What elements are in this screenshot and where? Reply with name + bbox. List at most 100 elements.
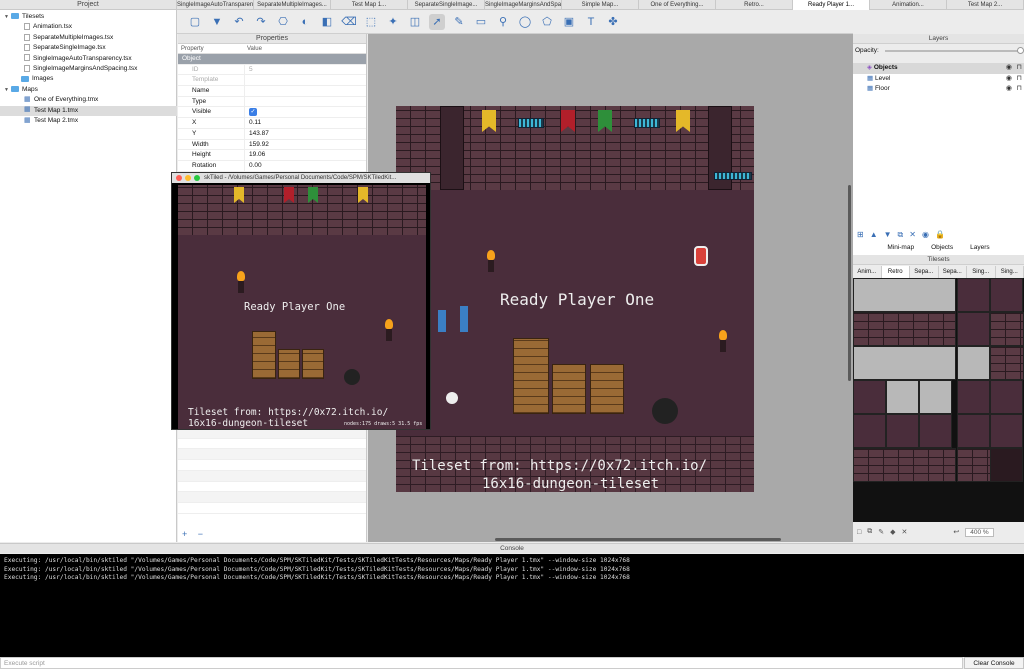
dock-tab[interactable]: Mini-map <box>887 244 914 254</box>
move-down-icon[interactable]: ▼ <box>884 230 892 242</box>
zoom-window-button[interactable] <box>194 175 200 181</box>
layer-row[interactable]: ▦ Level ◉ ⊓ <box>853 74 1024 85</box>
property-row[interactable]: Height 19.06 <box>178 150 366 161</box>
tileset-credit-line2[interactable]: 16x16-dungeon-tileset <box>482 476 659 492</box>
stamp-icon[interactable]: ⎔ <box>275 14 291 30</box>
project-item[interactable]: ▦ One of Everything.tmx <box>0 95 177 105</box>
magic-wand-icon[interactable]: ✦ <box>385 14 401 30</box>
eye-icon[interactable]: ◉ <box>1006 74 1012 85</box>
clear-console-button[interactable]: Clear Console <box>964 657 1024 669</box>
minimize-window-button[interactable] <box>185 175 191 181</box>
move-up-icon[interactable]: ▲ <box>870 230 878 242</box>
redo-icon[interactable]: ↷ <box>253 14 269 30</box>
insert-tile-icon[interactable]: ▣ <box>561 14 577 30</box>
close-window-button[interactable] <box>176 175 182 181</box>
project-item[interactable]: ▼ Maps <box>0 85 177 95</box>
property-row[interactable]: Visible ✓ <box>178 107 366 119</box>
lock-icon[interactable]: ⊓ <box>1017 74 1022 85</box>
visible-checkbox[interactable]: ✓ <box>249 108 257 117</box>
property-value[interactable]: 0.11 <box>244 118 366 128</box>
property-row[interactable]: X 0.11 <box>178 118 366 129</box>
tab-10[interactable]: Test Map 2... <box>947 0 1024 10</box>
property-row[interactable]: Y 143.87 <box>178 128 366 140</box>
dock-tab[interactable]: Layers <box>970 244 990 254</box>
property-value[interactable]: 0.00 <box>244 160 366 171</box>
tab-9[interactable]: Animation... <box>870 0 947 10</box>
tileset-tab[interactable]: Sepa... <box>939 266 967 278</box>
eye-icon[interactable]: ◉ <box>1006 84 1012 95</box>
project-item[interactable]: Images <box>0 74 177 84</box>
tileset-tab[interactable]: Sing... <box>967 266 996 278</box>
project-item[interactable]: Animation.tsx <box>0 22 177 32</box>
terrain-icon[interactable]: ◐ <box>297 14 313 30</box>
tileset-tab[interactable]: Sing... <box>996 266 1024 278</box>
remove-property-button[interactable]: − <box>198 529 203 539</box>
property-value[interactable]: ✓ <box>244 107 366 118</box>
tab-4[interactable]: SingleImageMarginsAndSpacing... <box>485 0 562 10</box>
group-object[interactable]: Object <box>178 54 366 65</box>
insert-rect-icon[interactable]: ▭ <box>473 14 489 30</box>
tileset-credit-line1[interactable]: Tileset from: https://0x72.itch.io/ <box>412 458 707 474</box>
tileset-tab[interactable]: Retro <box>881 266 910 278</box>
new-tileset-icon[interactable]: □ <box>857 529 861 536</box>
select-same-icon[interactable]: ◫ <box>407 14 423 30</box>
embed-tileset-icon[interactable]: ⧉ <box>867 528 872 536</box>
visibility-icon[interactable]: ◉ <box>922 230 929 242</box>
opacity-slider[interactable] <box>885 50 1019 52</box>
tab-3[interactable]: SeparateSingleImage... <box>408 0 485 10</box>
layer-row[interactable]: ◈ Objects ◉ ⊓ <box>853 63 1024 74</box>
vertical-scrollbar[interactable] <box>848 185 851 381</box>
lock-icon[interactable]: 🔒 <box>935 230 945 242</box>
property-row[interactable]: Name <box>178 86 366 97</box>
project-item[interactable]: ▼ Tilesets <box>0 12 177 22</box>
tab-1[interactable]: SeparateMultipleImages... <box>254 0 331 10</box>
tab-0[interactable]: SingleImageAutoTransparency... <box>177 0 254 10</box>
map-view[interactable]: Ready Player One Tileset from: https://0… <box>396 106 754 492</box>
dynamic-wrap-icon[interactable]: ↩ <box>953 528 959 536</box>
tileset-grid[interactable] <box>853 278 1024 522</box>
project-item[interactable]: ▦ Test Map 1.tmx <box>0 105 177 116</box>
tab-5[interactable]: Simple Map... <box>562 0 639 10</box>
property-value[interactable] <box>244 86 366 96</box>
add-layer-icon[interactable]: ⊞ <box>857 230 864 242</box>
object-select-icon[interactable]: ➚ <box>429 13 445 30</box>
dock-tab[interactable]: Objects <box>928 244 957 254</box>
property-row[interactable]: ID 5 <box>178 64 366 76</box>
disclosure-icon[interactable]: ▼ <box>4 12 11 22</box>
duplicate-icon[interactable]: ⧉ <box>898 230 904 242</box>
layer-row[interactable]: ▦ Floor ◉ ⊓ <box>853 84 1024 95</box>
tab-7[interactable]: Retro... <box>716 0 793 10</box>
property-value[interactable]: 143.87 <box>244 128 366 139</box>
delete-icon[interactable]: ✕ <box>909 230 916 242</box>
property-row[interactable]: Type <box>178 96 366 108</box>
property-row[interactable]: Rotation 0.00 <box>178 160 366 172</box>
edit-polygon-icon[interactable]: ✎ <box>451 14 467 30</box>
undo-icon[interactable]: ↶ <box>231 14 247 30</box>
disclosure-icon[interactable]: ▼ <box>4 85 11 95</box>
tab-8[interactable]: Ready Player 1... <box>793 0 870 10</box>
lock-icon[interactable]: ⊓ <box>1017 63 1022 74</box>
property-value[interactable]: 159.92 <box>244 139 366 150</box>
opacity-slider-knob[interactable] <box>1017 47 1024 54</box>
property-value[interactable] <box>244 75 366 86</box>
horizontal-scrollbar[interactable] <box>495 538 781 541</box>
insert-ellipse-icon[interactable]: ◯ <box>517 14 533 30</box>
zoom-select[interactable]: 400 % <box>965 527 994 537</box>
tileset-tab[interactable]: Sepa... <box>910 266 939 278</box>
insert-point-icon[interactable]: ⚲ <box>495 14 511 30</box>
property-value[interactable]: 19.06 <box>244 150 366 160</box>
new-file-icon[interactable]: ▢ <box>187 14 203 30</box>
property-value[interactable]: 5 <box>244 64 366 75</box>
execute-script-input[interactable]: Execute script <box>0 657 963 669</box>
save-icon[interactable]: ▼ <box>209 14 225 30</box>
rect-select-icon[interactable]: ⬚ <box>363 14 379 30</box>
add-property-button[interactable]: + <box>182 529 187 539</box>
project-item[interactable]: SeparateSingleImage.tsx <box>0 43 177 53</box>
eraser-icon[interactable]: ⌫ <box>341 14 357 30</box>
tileset-tab[interactable]: Anim... <box>853 266 882 278</box>
ready-player-one-text[interactable]: Ready Player One <box>500 290 654 309</box>
lock-icon[interactable]: ⊓ <box>1017 84 1022 95</box>
tab-2[interactable]: Test Map 1... <box>331 0 408 10</box>
edit-tileset-icon[interactable]: ✎ <box>878 528 884 536</box>
fill-icon[interactable]: ◧ <box>319 14 335 30</box>
